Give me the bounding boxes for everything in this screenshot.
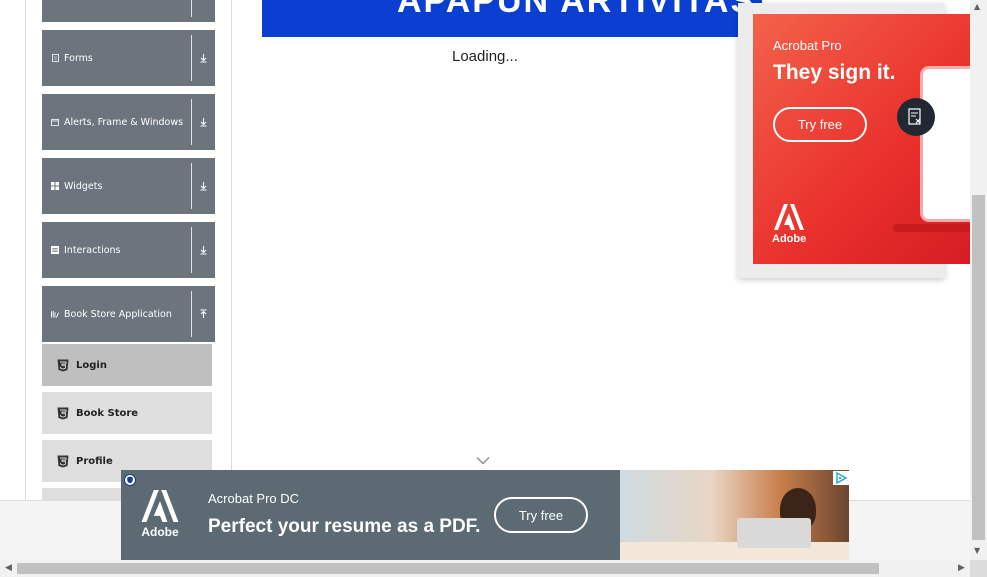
divider: [191, 227, 192, 273]
adobe-icon: [774, 204, 805, 230]
sidebar-group-interactions[interactable]: Interactions: [42, 222, 215, 278]
divider: [231, 0, 232, 500]
laptop-base: [893, 224, 970, 232]
scroll-up-arrow-icon[interactable]: ▲: [974, 2, 980, 11]
download-arrow-icon[interactable]: [197, 0, 209, 22]
try-free-button[interactable]: Try free: [773, 107, 867, 142]
list-icon: [51, 246, 59, 254]
adchoices-icon[interactable]: [833, 471, 849, 485]
sidebar-item-label: Book Store: [76, 407, 139, 419]
sidebar-group-elements[interactable]: [42, 0, 215, 22]
sidebar-item-label: Login: [76, 359, 107, 371]
books-icon: [51, 310, 59, 318]
ad-headline: They sign it.: [773, 61, 896, 84]
download-arrow-icon[interactable]: [197, 30, 209, 86]
horizontal-scrollbar[interactable]: ◀ ▶: [0, 560, 970, 577]
scrollbar-thumb[interactable]: [972, 195, 985, 540]
photo-laptop: [737, 518, 811, 548]
banner-text: APAPUN ARTIVITAS: [397, 0, 756, 20]
document-preview: [923, 69, 970, 219]
sidebar-group-book-store-application[interactable]: Book Store Application: [42, 286, 215, 342]
sidebar-item-label: Profile: [76, 455, 113, 467]
adobe-logo: Adobe: [772, 204, 806, 245]
sidebar-group-widgets[interactable]: Widgets: [42, 158, 215, 214]
ad-photo: [620, 470, 849, 560]
ad-brand: Acrobat Pro DC: [208, 491, 300, 506]
ad-headline: Perfect your resume as a PDF.: [208, 516, 481, 537]
adobe-icon: [141, 490, 179, 522]
download-arrow-icon[interactable]: [197, 94, 209, 150]
shield-icon[interactable]: [124, 474, 136, 486]
download-arrow-icon[interactable]: [197, 158, 209, 214]
divider: [25, 0, 26, 500]
try-free-button[interactable]: Try free: [494, 497, 588, 533]
grid-icon: [51, 182, 59, 190]
ad-brand: Acrobat Pro: [773, 38, 842, 53]
side-ad[interactable]: Acrobat Pro They sign it. Try free Adobe: [753, 14, 970, 264]
upload-arrow-icon[interactable]: [197, 286, 209, 342]
scroll-left-arrow-icon[interactable]: ◀: [5, 563, 12, 573]
divider: [191, 35, 192, 81]
sidebar-group-forms[interactable]: Forms: [42, 30, 215, 86]
divider: [191, 291, 192, 337]
pdf-sign-icon: [897, 98, 935, 136]
sidebar-group-label: Alerts, Frame & Windows: [64, 116, 184, 128]
sidebar-group-label: Widgets: [64, 180, 103, 192]
sidebar-group-alerts[interactable]: Alerts, Frame & Windows: [42, 94, 215, 150]
divider: [191, 0, 192, 17]
scrollbar-corner: [970, 560, 987, 577]
scrollbar-thumb[interactable]: [17, 563, 879, 574]
vertical-scrollbar[interactable]: ▲ ▼: [970, 0, 987, 560]
scroll-right-arrow-icon[interactable]: ▶: [958, 563, 965, 573]
html5-icon: [57, 359, 69, 371]
download-arrow-icon[interactable]: [197, 222, 209, 278]
scroll-down-arrow-icon[interactable]: ▼: [974, 546, 980, 555]
page: Forms Alerts, Frame & Windows Widgets In…: [0, 0, 987, 577]
chevron-down-icon[interactable]: [476, 456, 490, 465]
sidebar-group-label: Book Store Application: [64, 308, 172, 320]
loading-text: Loading...: [452, 48, 518, 65]
sidebar-item-login[interactable]: Login: [42, 342, 212, 386]
photo-table: [620, 542, 849, 560]
html5-icon: [57, 407, 69, 419]
sidebar-group-label: Interactions: [64, 244, 121, 256]
top-banner[interactable]: APAPUN ARTIVITAS: [262, 0, 762, 37]
sidebar-group-label: Forms: [64, 52, 93, 64]
divider: [191, 99, 192, 145]
window-icon: [51, 118, 59, 126]
bottom-ad[interactable]: Adobe Acrobat Pro DC Perfect your resume…: [121, 470, 849, 560]
divider: [191, 163, 192, 209]
sidebar-item-book-store[interactable]: Book Store: [42, 390, 212, 434]
html5-icon: [57, 455, 69, 467]
doc-icon: [51, 54, 59, 62]
